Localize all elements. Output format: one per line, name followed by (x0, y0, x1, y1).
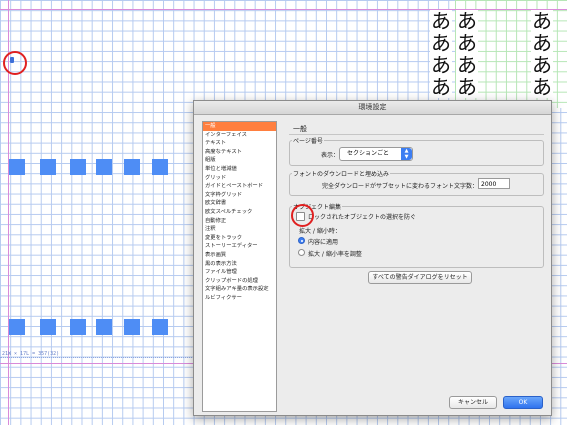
blue-block (96, 159, 112, 175)
font-threshold-input[interactable]: 2000 (478, 178, 510, 189)
sidebar-item[interactable]: 欧文辞書 (203, 199, 276, 208)
ok-button[interactable]: OK (503, 396, 543, 409)
sidebar-item[interactable]: 一般 (203, 122, 276, 131)
sidebar-item[interactable]: 変更をトラック (203, 234, 276, 243)
sidebar-item[interactable]: ルビフィクサー (203, 294, 276, 303)
kana-glyph: あ (430, 9, 452, 33)
margin-guide-top (0, 9, 567, 10)
sidebar-item[interactable]: 注釈 (203, 225, 276, 234)
panel-title: 一般 (293, 125, 307, 133)
sidebar-item[interactable]: 高度なテキスト (203, 148, 276, 157)
kana-glyph: あ (456, 31, 478, 55)
blue-block (152, 319, 168, 335)
sidebar-item[interactable]: 組版 (203, 156, 276, 165)
sidebar-item[interactable]: ガイドとペーストボード (203, 182, 276, 191)
kana-glyph: あ (430, 53, 452, 77)
sidebar-item[interactable]: ファイル管理 (203, 268, 276, 277)
kana-glyph: あ (456, 9, 478, 33)
blue-block (124, 319, 140, 335)
kana-glyph: あ (531, 75, 553, 99)
sidebar-item[interactable]: 欧文スペルチェック (203, 208, 276, 217)
kana-glyph: あ (531, 53, 553, 77)
highlight-circle-checkbox (291, 204, 314, 227)
sidebar-item[interactable]: インターフェイス (203, 131, 276, 140)
sidebar-item[interactable]: 黒の表示方法 (203, 260, 276, 269)
radio-apply-to-content-label: 内容に適用 (308, 239, 339, 246)
sidebar-item[interactable]: 自動修正 (203, 217, 276, 226)
blue-block (124, 159, 140, 175)
sidebar-item[interactable]: ストーリーエディター (203, 242, 276, 251)
dialog-titlebar[interactable]: 環境設定 (194, 101, 551, 115)
blue-block (40, 159, 56, 175)
font-download-group-label: フォントのダウンロードと埋め込み (292, 169, 391, 178)
page-number-display-value: セクションごと (347, 150, 390, 157)
frame-info-guide (0, 357, 200, 359)
highlight-circle-lock-icon (3, 51, 27, 75)
sidebar-item[interactable]: 単位と増減値 (203, 165, 276, 174)
panel-divider (289, 134, 544, 135)
kana-glyph: あ (456, 75, 478, 99)
preferences-dialog: 環境設定 一般 インターフェイス テキスト 高度なテキスト 組版 単位と増減値 グリッド ガイ… (193, 100, 552, 416)
reset-warnings-button[interactable]: すべての警告ダイアログをリセット (368, 271, 472, 284)
blue-block (70, 159, 86, 175)
kana-glyph: あ (430, 31, 452, 55)
scale-heading: 拡大 / 縮小時： (299, 228, 341, 235)
blue-block (40, 319, 56, 335)
kana-glyph: あ (531, 31, 553, 55)
radio-adjust-scale-label: 拡大 / 縮小率を調整 (308, 251, 362, 258)
blue-block (152, 159, 168, 175)
sidebar-item[interactable]: 文字枠グリッド (203, 191, 276, 200)
kana-glyph: あ (531, 9, 553, 33)
lock-selection-label: ロックされたオブジェクトの選択を防ぐ (308, 214, 417, 221)
radio-adjust-scale[interactable] (298, 249, 305, 256)
page-number-display-select[interactable]: セクションごと ▲ ▼ (339, 147, 413, 161)
chevron-updown-icon: ▲ ▼ (401, 148, 412, 160)
document-canvas[interactable]: あ あ あ あ あ あ あ あ あ あ あ あ 21W × 17L = 357(… (0, 0, 567, 425)
radio-apply-to-content[interactable] (298, 237, 305, 244)
font-threshold-label: 完全ダウンロードがサブセットに変わるフォント文字数： (322, 183, 479, 190)
sidebar-item[interactable]: クリップボードの処理 (203, 277, 276, 286)
blue-block (96, 319, 112, 335)
kana-glyph: あ (456, 53, 478, 77)
blue-block (9, 159, 25, 175)
sidebar-item[interactable]: 表示画質 (203, 251, 276, 260)
sidebar-item[interactable]: 文字組みアキ量の表示設定 (203, 285, 276, 294)
page-number-display-label: 表示： (321, 152, 340, 159)
sidebar-item[interactable]: グリッド (203, 174, 276, 183)
cancel-button[interactable]: キャンセル (449, 396, 497, 409)
blue-block (70, 319, 86, 335)
lock-icon[interactable] (10, 57, 14, 63)
sidebar-item[interactable]: テキスト (203, 139, 276, 148)
blue-block (9, 319, 25, 335)
preferences-sidebar[interactable]: 一般 インターフェイス テキスト 高度なテキスト 組版 単位と増減値 グリッド ガイドとペース… (202, 121, 277, 412)
page-number-group-label: ページ番号 (292, 136, 324, 145)
dialog-title: 環境設定 (358, 103, 387, 111)
kana-glyph: あ (430, 75, 452, 99)
frame-info-label: 21W × 17L = 357(32) (2, 351, 60, 357)
